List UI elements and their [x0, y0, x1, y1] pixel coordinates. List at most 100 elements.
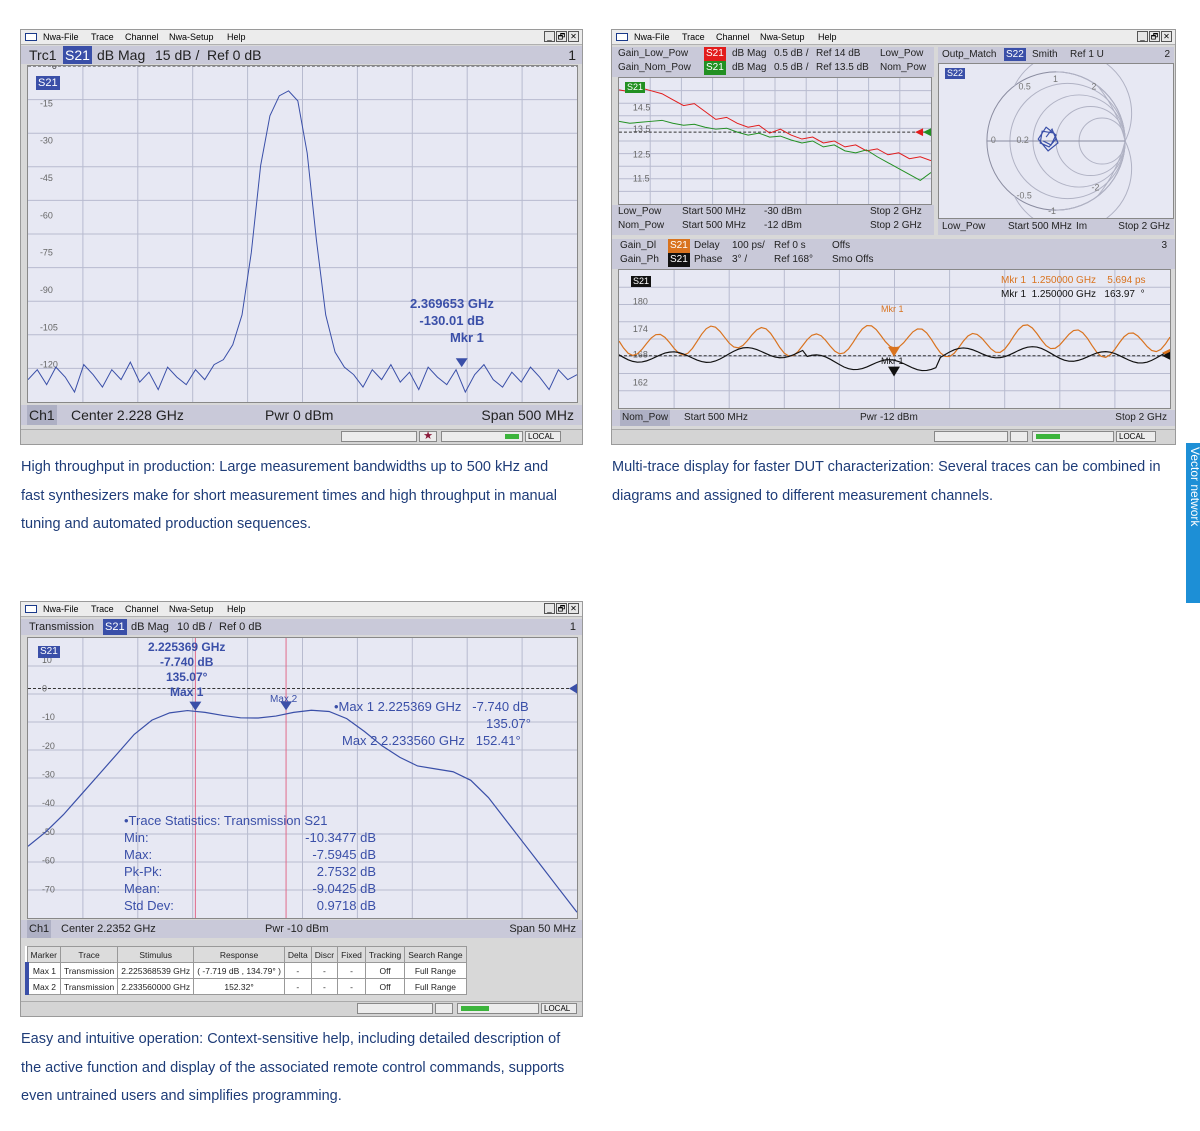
side-tab[interactable]: Vector network — [1186, 443, 1200, 603]
table-cell[interactable]: Transmission — [59, 978, 119, 995]
gain-plot[interactable]: 14.5 13.5 12.5 11.5 S21 — [618, 77, 932, 205]
table-cell[interactable]: - — [310, 962, 339, 979]
param-tag: S21 — [103, 619, 127, 635]
table-cell[interactable]: 152.32° — [193, 978, 285, 995]
close-button[interactable]: ✕ — [568, 603, 579, 614]
menu-channel[interactable]: Channel — [716, 30, 750, 44]
minimize-button[interactable]: _ — [544, 31, 555, 42]
table-cell[interactable]: Transmission — [59, 962, 119, 979]
param-tag: S22 — [1004, 48, 1026, 61]
y-tick-label: 14.5 — [633, 103, 650, 113]
status-field — [1010, 431, 1028, 442]
table-cell[interactable]: - — [337, 962, 366, 979]
table-cell[interactable]: Off — [364, 962, 406, 979]
scale-label: 15 dB / — [155, 47, 200, 63]
y-tick-label: -45 — [40, 173, 53, 183]
channel-label[interactable]: Ch1 — [27, 405, 57, 425]
trace-header[interactable]: Transmission S21 dB Mag 10 dB / Ref 0 dB… — [21, 619, 582, 635]
offset-label: Smo Offs — [832, 254, 874, 265]
close-button[interactable]: ✕ — [1161, 31, 1172, 42]
table-header-cell[interactable]: Response — [193, 946, 285, 963]
menu-nwa-setup[interactable]: Nwa-Setup — [169, 30, 214, 44]
multi-trace-window: Nwa-File Trace Channel Nwa-Setup Help _ 🗗… — [611, 29, 1176, 445]
table-header-cell[interactable]: Trace — [59, 946, 119, 963]
smith-header[interactable]: Outp_Match S22 Smith Ref 1 U 2 — [938, 47, 1174, 63]
marker-unit: ° — [1140, 289, 1145, 300]
menu-trace[interactable]: Trace — [91, 602, 114, 616]
table-header-cell[interactable]: Discr — [310, 946, 339, 963]
table-cell[interactable]: Max 2 — [24, 978, 61, 995]
channel-name[interactable]: Nom_Pow — [620, 410, 671, 426]
menu-channel[interactable]: Channel — [125, 602, 159, 616]
stat-value: -10.3477 dB — [305, 830, 376, 846]
trace-tag: S21 — [631, 276, 652, 287]
menu-nwa-file[interactable]: Nwa-File — [634, 30, 670, 44]
table-header-cell[interactable]: Stimulus — [117, 946, 195, 963]
table-header-cell[interactable]: Marker — [26, 946, 61, 963]
transmission-plot[interactable]: 10 0 -10 -20 -30 -40 -50 -60 -70 S21 2.225369 GH… — [27, 637, 578, 919]
im-label: Im — [1076, 221, 1088, 232]
span-label: Span 500 MHz — [481, 407, 574, 423]
trace-header[interactable]: Trc1 S21 dB Mag 15 dB / Ref 0 dB 1 — [21, 46, 582, 64]
table-cell[interactable]: - — [283, 962, 312, 979]
y-tick-label: -20 — [42, 741, 55, 751]
delay-header[interactable]: Gain_Dl S21 Delay 100 ps/ Ref 0 s Offs 3… — [612, 239, 1175, 269]
progress-field — [457, 1003, 539, 1014]
minimize-button[interactable]: _ — [544, 603, 555, 614]
close-button[interactable]: ✕ — [568, 31, 579, 42]
menu-help[interactable]: Help — [227, 602, 246, 616]
menu-help[interactable]: Help — [818, 30, 837, 44]
menu-nwa-file[interactable]: Nwa-File — [43, 30, 79, 44]
gain-header[interactable]: Gain_Low_Pow S21 dB Mag 0.5 dB / Ref 14 … — [612, 47, 934, 77]
table-cell[interactable]: - — [283, 978, 312, 995]
restore-button[interactable]: 🗗 — [556, 603, 567, 614]
channel-name: Nom_Pow — [618, 220, 665, 231]
table-cell[interactable]: Full Range — [404, 978, 467, 995]
menu-channel[interactable]: Channel — [125, 30, 159, 44]
caption-line: tuning and automated production sequence… — [21, 516, 312, 532]
delay-phase-plot[interactable]: 180 174 168 162 S21 Mkr 1 1.250000 GHz 5.69… — [618, 269, 1171, 409]
ref-label: Ref 168° — [774, 254, 814, 265]
table-cell[interactable]: - — [337, 978, 366, 995]
table-row[interactable]: Max 1 Transmission 2.225368539 GHz( -7.719… — [24, 962, 467, 979]
table-cell[interactable]: - — [310, 978, 339, 995]
menu-trace[interactable]: Trace — [682, 30, 705, 44]
transmission-window: Nwa-File Trace Channel Nwa-Setup Help _ 🗗… — [20, 601, 583, 1017]
table-header-cell[interactable]: Delta — [283, 946, 312, 963]
stat-label: Pk-Pk: — [124, 864, 163, 880]
menu-help[interactable]: Help — [227, 30, 246, 44]
table-cell[interactable]: 2.233560000 GHz — [117, 978, 195, 995]
table-header-cell[interactable]: Search Range — [404, 946, 467, 963]
table-header-cell[interactable]: Tracking — [364, 946, 406, 963]
format-label: dB Mag — [732, 62, 767, 73]
table-cell[interactable]: 2.225368539 GHz — [117, 962, 195, 979]
smith-label: -2 — [1092, 182, 1100, 192]
y-tick-label: -105 — [40, 322, 58, 332]
menu-nwa-setup[interactable]: Nwa-Setup — [760, 30, 805, 44]
format-label: dB Mag — [97, 47, 146, 63]
restore-button[interactable]: 🗗 — [556, 31, 567, 42]
table-row[interactable]: Max 2 Transmission 2.233560000 GHz 152.32° -… — [24, 978, 467, 995]
table-cell[interactable]: Full Range — [404, 962, 467, 979]
spectrum-plot[interactable]: -15-30-45-60-75-90-105-1200 S21 2.369653… — [27, 65, 578, 403]
menu-nwa-setup[interactable]: Nwa-Setup — [169, 602, 214, 616]
ref-label: Ref 13.5 dB — [816, 62, 869, 73]
progress-field — [441, 431, 523, 442]
table-cell[interactable]: Max 1 — [24, 962, 61, 979]
minimize-button[interactable]: _ — [1137, 31, 1148, 42]
table-header-cell[interactable]: Fixed — [337, 946, 366, 963]
menu-trace[interactable]: Trace — [91, 30, 114, 44]
table-cell[interactable]: ( -7.719 dB , 134.79° ) — [193, 962, 285, 979]
y-tick-label: -60 — [40, 210, 53, 220]
marker-table[interactable]: Marker Trace Stimulus Response Delta Discr Fix… — [24, 946, 467, 995]
status-bar: ★ LOCAL — [21, 429, 582, 444]
marker-readout-delay: Mkr 1 1.250000 GHz 5.694 ps — [1001, 274, 1146, 288]
table-cell[interactable]: Off — [364, 978, 406, 995]
y-tick-label: -90 — [40, 285, 53, 295]
smith-chart[interactable]: 1 0.5 2 0 0.2 -0.5 -2 -1 S22 — [938, 63, 1174, 219]
channel-label[interactable]: Ch1 — [27, 920, 52, 938]
menu-nwa-file[interactable]: Nwa-File — [43, 602, 79, 616]
restore-button[interactable]: 🗗 — [1149, 31, 1160, 42]
y-tick-label: -75 — [40, 248, 53, 258]
marker-freq: 1.250000 GHz — [1031, 275, 1097, 286]
